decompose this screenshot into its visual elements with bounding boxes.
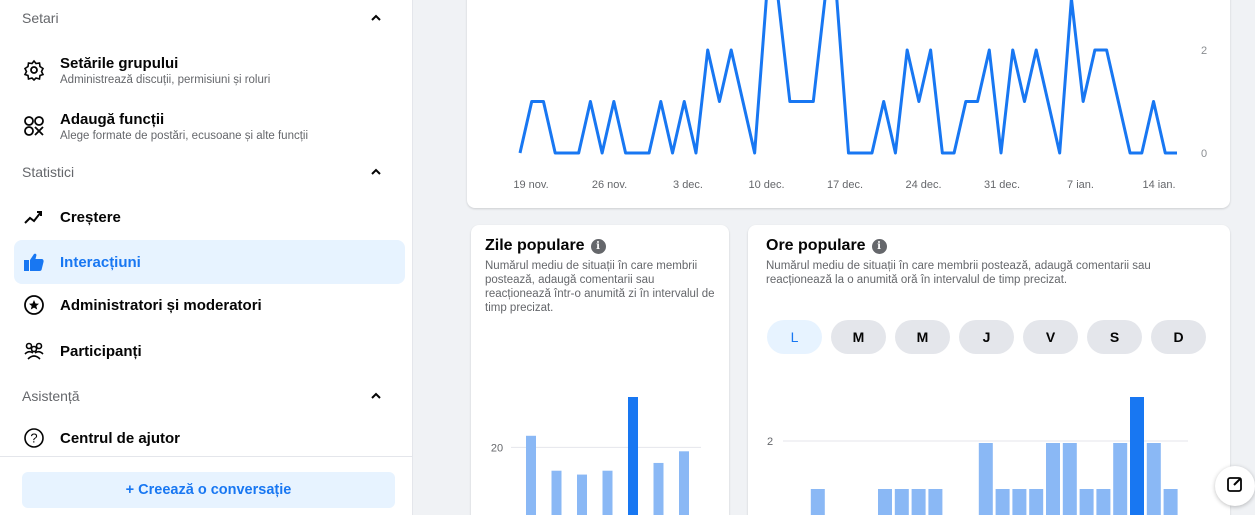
bar	[526, 435, 536, 515]
activity-line-chart: 2 0 19 nov. 26 nov. 3 dec. 10 dec. 17 dec. 24 d…	[513, 0, 1207, 191]
bar	[1012, 489, 1027, 515]
stats-section-header[interactable]: Statistici	[22, 158, 392, 186]
popular-days-card: Zile populare i Numărul mediu de situați…	[471, 225, 729, 515]
svg-text:?: ?	[30, 431, 37, 446]
popular-hours-card: Ore populare i Numărul mediu de situații…	[748, 225, 1230, 515]
bar	[878, 489, 892, 515]
sidebar-item-label: Administratori și moderatori	[60, 296, 262, 314]
settings-section-header[interactable]: Setari	[22, 4, 392, 32]
y-tick-label: 20	[491, 442, 503, 454]
bar	[810, 489, 825, 515]
bar	[1096, 489, 1111, 515]
divider	[0, 456, 413, 457]
bar	[1146, 443, 1161, 515]
bar	[1130, 397, 1144, 515]
activity-line-chart-card: 2 0 19 nov. 26 nov. 3 dec. 10 dec. 17 dec. 24 d…	[467, 0, 1230, 208]
sidebar-item-participants[interactable]: Participanți	[14, 331, 405, 371]
y-tick-label: 2	[1201, 45, 1207, 57]
bar	[1046, 443, 1060, 515]
bar	[1113, 443, 1128, 515]
x-tick-label: 19 nov.	[513, 179, 548, 191]
support-header-label: Asistență	[22, 388, 80, 404]
gear-icon	[22, 58, 46, 82]
series-line	[518, 0, 1177, 155]
bar	[551, 470, 562, 515]
x-tick-label: 7 ian.	[1067, 179, 1094, 191]
bar	[1163, 489, 1178, 515]
sidebar-item-interactions[interactable]: Interacțiuni	[14, 240, 405, 284]
bar	[911, 489, 926, 515]
chevron-up-icon[interactable]	[370, 166, 382, 178]
features-icon	[22, 114, 46, 138]
support-section-header[interactable]: Asistență	[22, 382, 392, 410]
sidebar-item-label: Participanți	[60, 342, 142, 360]
edit-icon	[1226, 475, 1244, 498]
sidebar-item-group-settings[interactable]: Setările grupului Administrează discuții…	[14, 48, 405, 92]
sidebar-item-label: Centrul de ajutor	[60, 429, 181, 447]
sidebar-item-title: Adaugă funcții	[60, 110, 165, 128]
sidebar-item-subtitle: Alege formate de postări, ecusoane și al…	[60, 129, 309, 142]
question-icon: ?	[22, 426, 46, 450]
x-tick-label: 3 dec.	[673, 179, 703, 191]
settings-header-label: Setari	[22, 10, 59, 26]
chevron-up-icon[interactable]	[370, 390, 382, 402]
x-tick-label: 14 ian.	[1142, 179, 1175, 191]
bar	[1062, 443, 1077, 515]
sidebar-item-subtitle: Administrează discuții, permisiuni și ro…	[60, 73, 271, 86]
x-tick-label: 31 dec.	[984, 179, 1020, 191]
bar	[995, 489, 1010, 515]
x-tick-label: 10 dec.	[748, 179, 784, 191]
bar	[1029, 489, 1044, 515]
y-tick-label: 0	[1201, 148, 1207, 160]
growth-icon	[22, 205, 46, 229]
bar	[653, 462, 664, 515]
sidebar-item-help-center[interactable]: ? Centrul de ajutor	[14, 418, 405, 458]
bar	[978, 443, 993, 515]
sidebar-item-growth[interactable]: Creștere	[14, 197, 405, 237]
bar	[602, 470, 613, 515]
x-tick-label: 17 dec.	[827, 179, 863, 191]
sidebar-item-title: Setările grupului	[60, 54, 179, 72]
bar	[628, 397, 638, 515]
thumbs-up-icon	[22, 250, 46, 274]
sidebar-item-admins[interactable]: Administratori și moderatori	[14, 285, 405, 325]
shield-star-icon	[22, 293, 46, 317]
sidebar: Setari Setările grupului Administrează d…	[0, 0, 413, 515]
sidebar-item-label: Interacțiuni	[60, 253, 141, 271]
x-tick-label: 24 dec.	[905, 179, 941, 191]
chevron-up-icon[interactable]	[370, 12, 382, 24]
popular-days-bar-chart: 20	[491, 397, 701, 515]
sidebar-item-add-features[interactable]: Adaugă funcții Alege formate de postări,…	[14, 104, 405, 148]
bar	[928, 489, 943, 515]
bar	[577, 474, 587, 515]
bar	[894, 489, 909, 515]
y-tick-label: 2	[767, 436, 773, 448]
stats-header-label: Statistici	[22, 164, 75, 180]
create-conversation-button[interactable]: + Creează o conversație	[22, 472, 395, 508]
bar	[679, 451, 689, 515]
people-icon	[22, 339, 46, 363]
bar	[1079, 489, 1094, 515]
x-tick-label: 26 nov.	[592, 179, 627, 191]
sidebar-item-label: Creștere	[60, 208, 121, 226]
compose-button[interactable]	[1215, 466, 1255, 506]
popular-hours-bar-chart: 2	[767, 397, 1188, 515]
